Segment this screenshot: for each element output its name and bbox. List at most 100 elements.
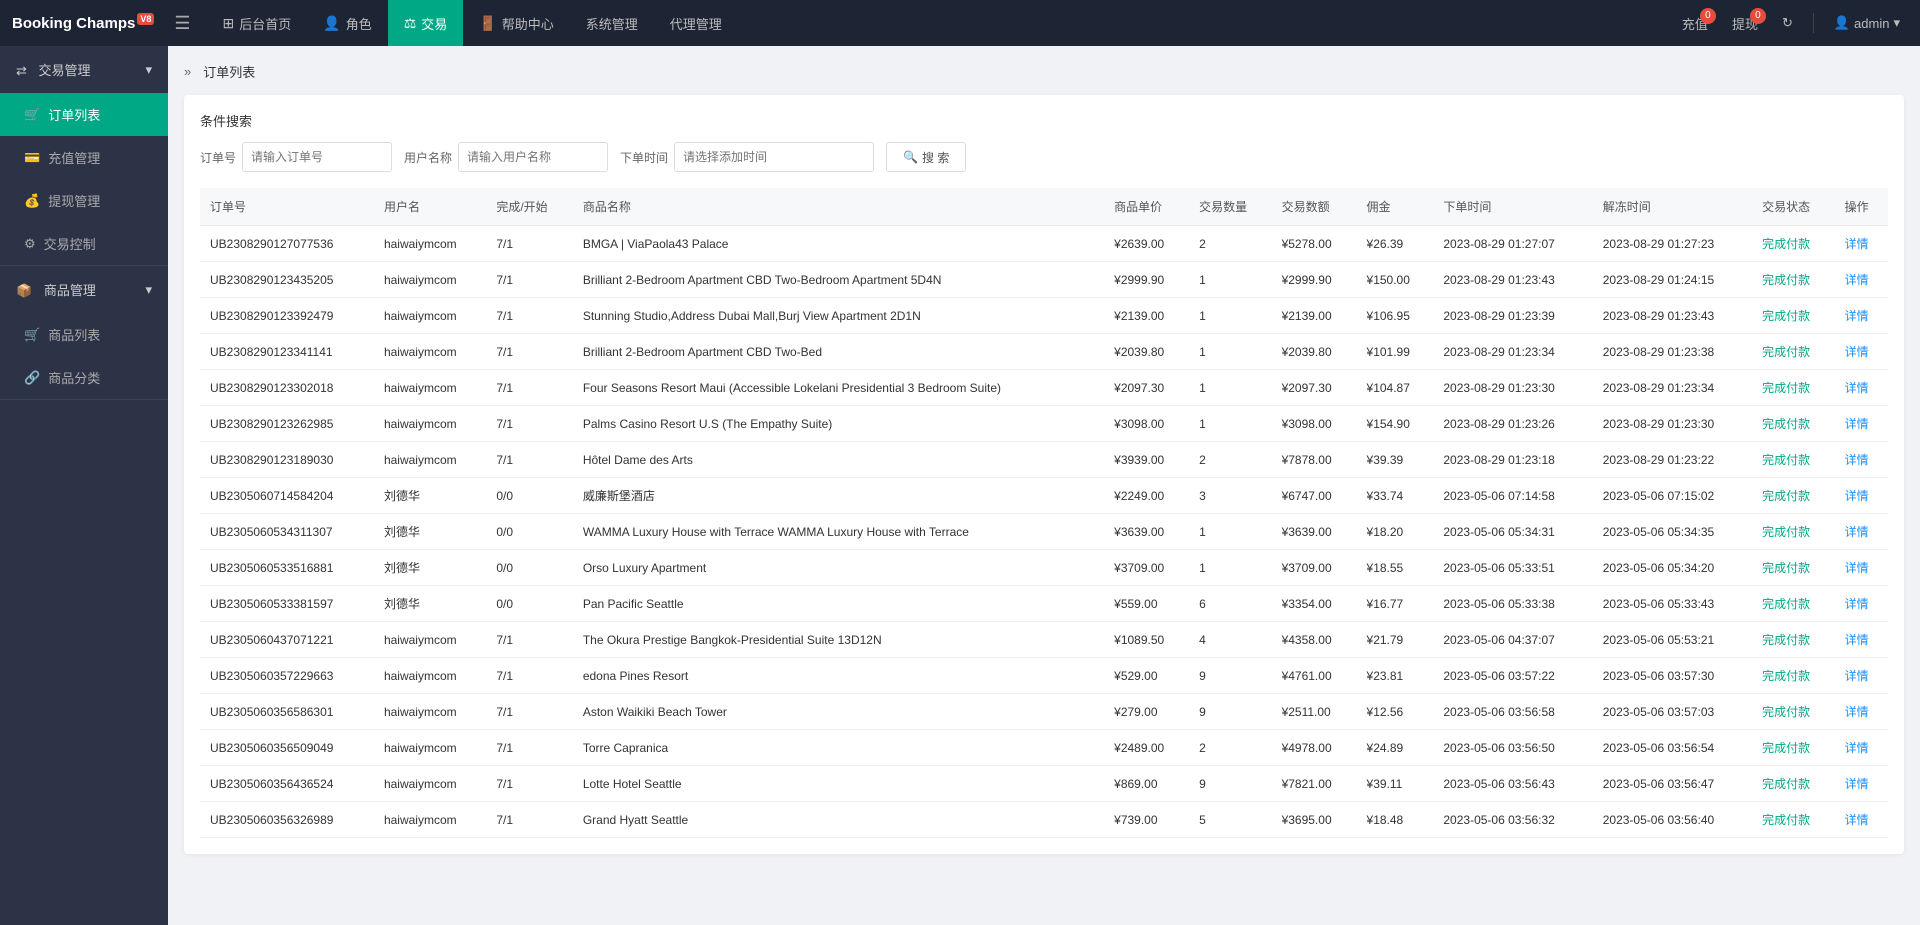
cell-action[interactable]: 详情	[1835, 226, 1888, 262]
cell-product: Aston Waikiki Beach Tower	[573, 694, 1104, 730]
cell-commission: ¥154.90	[1357, 406, 1434, 442]
cell-action[interactable]: 详情	[1835, 514, 1888, 550]
sidebar-item-goods-list[interactable]: 🛒 商品列表	[0, 313, 168, 356]
sidebar-group-goods-header[interactable]: 📦 商品管理 ▾	[0, 266, 168, 313]
detail-link[interactable]: 详情	[1845, 453, 1869, 467]
cell-action[interactable]: 详情	[1835, 550, 1888, 586]
detail-link[interactable]: 详情	[1845, 561, 1869, 575]
detail-link[interactable]: 详情	[1845, 633, 1869, 647]
nav-system[interactable]: 系统管理	[570, 0, 654, 46]
nav-roles[interactable]: 👤 角色	[307, 0, 387, 46]
cell-commission: ¥104.87	[1357, 370, 1434, 406]
search-title: 条件搜索	[200, 111, 1888, 130]
detail-link[interactable]: 详情	[1845, 345, 1869, 359]
nav-help[interactable]: 🚪 帮助中心	[463, 0, 569, 46]
detail-link[interactable]: 详情	[1845, 669, 1869, 683]
detail-link[interactable]: 详情	[1845, 525, 1869, 539]
username-input[interactable]	[458, 142, 608, 172]
col-unit-price: 商品单价	[1104, 188, 1189, 226]
cell-product: Grand Hyatt Seattle	[573, 802, 1104, 838]
sidebar-item-withdraw[interactable]: 💰 提现管理	[0, 179, 168, 222]
withdraw-button[interactable]: 提现 0	[1724, 14, 1766, 33]
cell-amount: ¥3098.00	[1272, 406, 1357, 442]
nav-agent[interactable]: 代理管理	[654, 0, 738, 46]
order-no-input[interactable]	[242, 142, 392, 172]
cell-status: 完成付款	[1752, 766, 1834, 802]
cell-unit-price: ¥2999.90	[1104, 262, 1189, 298]
username-label: 用户名称	[404, 149, 452, 166]
table-row: UB2308290123392479 haiwaiymcom 7/1 Stunn…	[200, 298, 1888, 334]
cell-amount: ¥2097.30	[1272, 370, 1357, 406]
cell-unit-price: ¥529.00	[1104, 658, 1189, 694]
cell-product: Pan Pacific Seattle	[573, 586, 1104, 622]
detail-link[interactable]: 详情	[1845, 813, 1869, 827]
cell-order-time: 2023-05-06 03:56:32	[1433, 802, 1592, 838]
cell-action[interactable]: 详情	[1835, 802, 1888, 838]
cell-unfreeze-time: 2023-05-06 07:15:02	[1593, 478, 1752, 514]
cell-action[interactable]: 详情	[1835, 586, 1888, 622]
detail-link[interactable]: 详情	[1845, 705, 1869, 719]
cell-amount: ¥4761.00	[1272, 658, 1357, 694]
cell-commission: ¥23.81	[1357, 658, 1434, 694]
search-button[interactable]: 🔍 搜 索	[886, 142, 966, 172]
cell-status: 完成付款	[1752, 694, 1834, 730]
order-time-input[interactable]	[674, 142, 874, 172]
detail-link[interactable]: 详情	[1845, 597, 1869, 611]
detail-link[interactable]: 详情	[1845, 777, 1869, 791]
cell-unfreeze-time: 2023-05-06 05:34:20	[1593, 550, 1752, 586]
trade-ctrl-icon: ⚙	[24, 236, 36, 252]
detail-link[interactable]: 详情	[1845, 381, 1869, 395]
cell-action[interactable]: 详情	[1835, 658, 1888, 694]
cell-product: The Okura Prestige Bangkok-Presidential …	[573, 622, 1104, 658]
cell-action[interactable]: 详情	[1835, 262, 1888, 298]
cell-order-time: 2023-05-06 05:34:31	[1433, 514, 1592, 550]
sidebar-item-goods-category[interactable]: 🔗 商品分类	[0, 356, 168, 399]
cell-action[interactable]: 详情	[1835, 730, 1888, 766]
cell-order-id: UB2305060356436524	[200, 766, 374, 802]
detail-link[interactable]: 详情	[1845, 489, 1869, 503]
table-row: UB2305060533516881 刘德华 0/0 Orso Luxury A…	[200, 550, 1888, 586]
cell-amount: ¥2999.90	[1272, 262, 1357, 298]
cell-ratio: 0/0	[486, 586, 573, 622]
detail-link[interactable]: 详情	[1845, 417, 1869, 431]
sidebar-group-trade-header[interactable]: ⇄ 交易管理 ▾	[0, 46, 168, 93]
cell-action[interactable]: 详情	[1835, 766, 1888, 802]
cell-commission: ¥24.89	[1357, 730, 1434, 766]
cell-action[interactable]: 详情	[1835, 622, 1888, 658]
admin-menu[interactable]: 👤 admin ▾	[1826, 15, 1908, 31]
detail-link[interactable]: 详情	[1845, 237, 1869, 251]
sidebar-item-order-list[interactable]: 🛒 订单列表	[0, 93, 168, 136]
page-title: 订单列表	[203, 62, 255, 81]
recharge-button[interactable]: 充值 0	[1674, 14, 1716, 33]
cell-action[interactable]: 详情	[1835, 442, 1888, 478]
sidebar-item-recharge[interactable]: 💳 充值管理	[0, 136, 168, 179]
cell-action[interactable]: 详情	[1835, 478, 1888, 514]
cell-qty: 9	[1189, 766, 1271, 802]
user-icon: 👤	[1834, 15, 1850, 31]
col-ratio: 完成/开始	[486, 188, 573, 226]
cell-product: BMGA | ViaPaola43 Palace	[573, 226, 1104, 262]
detail-link[interactable]: 详情	[1845, 309, 1869, 323]
cell-action[interactable]: 详情	[1835, 694, 1888, 730]
sidebar-item-trade-ctrl[interactable]: ⚙ 交易控制	[0, 222, 168, 265]
refresh-button[interactable]: ↻	[1774, 15, 1801, 31]
cell-status: 完成付款	[1752, 334, 1834, 370]
cell-status: 完成付款	[1752, 226, 1834, 262]
cell-unfreeze-time: 2023-08-29 01:23:38	[1593, 334, 1752, 370]
cell-amount: ¥3709.00	[1272, 550, 1357, 586]
sidebar: ⇄ 交易管理 ▾ 🛒 订单列表 💳 充值管理 💰 提现管理 ⚙ 交易控制 📦 商…	[0, 46, 168, 925]
cell-action[interactable]: 详情	[1835, 334, 1888, 370]
cell-action[interactable]: 详情	[1835, 406, 1888, 442]
detail-link[interactable]: 详情	[1845, 273, 1869, 287]
col-username: 用户名	[374, 188, 486, 226]
sidebar-group-goods: 📦 商品管理 ▾ 🛒 商品列表 🔗 商品分类	[0, 266, 168, 400]
cell-action[interactable]: 详情	[1835, 298, 1888, 334]
cell-commission: ¥16.77	[1357, 586, 1434, 622]
cell-action[interactable]: 详情	[1835, 370, 1888, 406]
nav-dashboard[interactable]: ⊞ 后台首页	[207, 0, 308, 46]
detail-link[interactable]: 详情	[1845, 741, 1869, 755]
nav-transactions[interactable]: ⚖ 交易	[388, 0, 464, 46]
menu-toggle-icon[interactable]: ☰	[174, 13, 190, 34]
cell-order-time: 2023-08-29 01:23:34	[1433, 334, 1592, 370]
table-row: UB2308290123189030 haiwaiymcom 7/1 Hôtel…	[200, 442, 1888, 478]
